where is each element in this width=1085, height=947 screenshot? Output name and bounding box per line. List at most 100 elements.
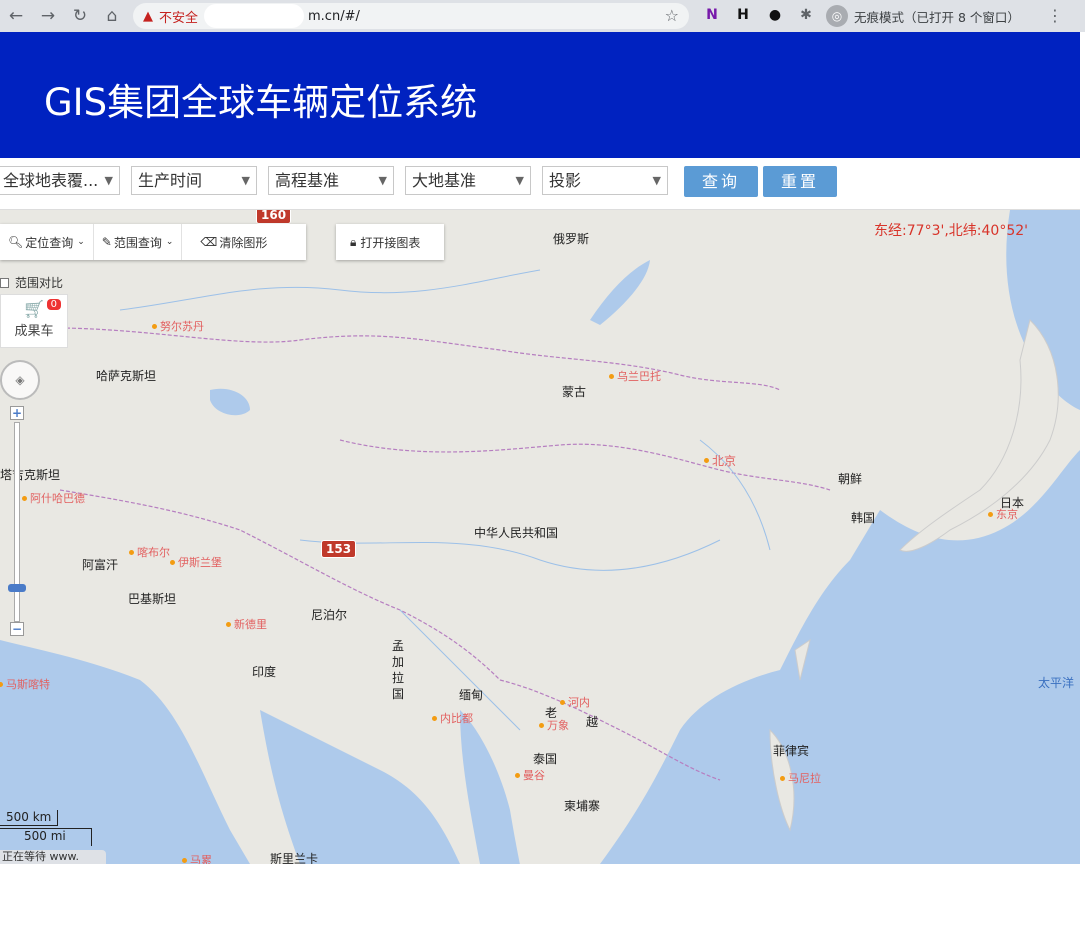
locate-query-tool[interactable]: 🔍︎ 定位查询 ⌄ [0,224,94,260]
city-label: 阿什哈巴德 [22,492,85,505]
scale-bar: 500 km 500 mi [0,810,92,846]
onenote-extension-icon[interactable]: N [702,5,722,25]
results-cart[interactable]: 🛒︎ 0 成果车 [0,294,68,348]
bookmark-star-icon[interactable]: ☆ [665,6,679,25]
browser-menu-icon[interactable]: ⋮ [1047,6,1063,25]
forward-icon[interactable]: → [36,4,60,28]
city-label: 河内 [560,696,590,709]
chevron-down-icon: ▼ [241,174,250,187]
geodetic-datum-select[interactable]: 大地基准 ▼ [405,166,531,195]
geodetic-datum-value: 大地基准 [412,171,477,190]
city-label: 内比都 [432,712,473,725]
chevron-down-icon: ▼ [515,174,524,187]
country-label: 哈萨克斯坦 [96,369,157,383]
map-view[interactable]: 东经:77°3',北纬:40°52' 俄罗斯 哈萨克斯坦 蒙古 中华人民共和国 … [0,210,1080,864]
elevation-datum-select[interactable]: 高程基准 ▼ [268,166,394,195]
h-extension-icon[interactable]: H [733,5,753,25]
city-label: 乌兰巴托 [609,370,661,383]
chevron-down-icon: ▼ [104,174,113,187]
reload-icon[interactable]: ↻ [68,4,92,28]
open-index-map-label: 打开接图表 [360,235,421,250]
city-label: 万象 [539,719,569,732]
chevron-down-icon: ▼ [378,174,387,187]
compare-label: 范围对比 [15,276,64,290]
city-label: 马尼拉 [780,772,821,785]
cart-label: 成果车 [14,324,54,339]
scale-km: 500 km [0,810,58,826]
app-title: GIS集团全球车辆定位系统 [44,81,478,124]
zoom-out-button[interactable]: − [10,622,24,636]
edit-icon: ✎ [101,235,112,249]
locate-query-label: 定位查询 [25,235,74,250]
range-compare-toggle[interactable]: 范围对比 [0,274,63,291]
clear-shapes-label: 清除图形 [219,235,268,250]
country-label: 斯里兰卡 [270,852,319,864]
incognito-icon: ◎ [826,5,848,27]
zoom-handle[interactable] [8,584,26,592]
country-label: 越 [586,715,599,729]
incognito-label: 无痕模式（已打开 8 个窗口） [854,9,1020,25]
security-warning[interactable]: ▲ 不安全 [143,7,198,26]
browser-toolbar: ← → ↻ ⌂ ▲ 不安全 m.cn/#/ ☆ N H ● ✱ ◎ 无痕模式（已… [0,0,1085,32]
warning-icon: ▲ [143,8,153,24]
country-label: 阿富汗 [82,558,119,572]
ocean-label: 太平洋 [1038,676,1075,690]
redacted-domain [204,4,305,28]
country-label: 中华人民共和国 [474,526,559,540]
country-label: 缅甸 [459,688,484,702]
country-label: 俄罗斯 [553,232,590,246]
production-time-value: 生产时间 [138,171,203,190]
country-label: 孟加拉国 [392,639,405,701]
address-bar[interactable]: ▲ 不安全 m.cn/#/ ☆ [133,3,689,29]
country-label: 尼泊尔 [311,608,348,622]
url-text: m.cn/#/ [308,8,360,24]
pan-arrows-icon: ◈ [15,373,25,387]
coordinate-readout: 东经:77°3',北纬:40°52' [874,223,1028,239]
scale-mi: 500 mi [0,828,92,846]
zoom-track[interactable] [14,422,20,622]
country-label: 印度 [252,665,277,679]
country-label: 巴基斯坦 [128,592,177,606]
query-button[interactable]: 查询 [684,166,758,197]
cluster-marker[interactable]: 160 [256,210,292,224]
country-label: 泰国 [533,752,558,766]
country-label: 塔吉克斯坦 [0,468,61,482]
projection-value: 投影 [549,171,582,190]
city-label: 北京 [703,454,737,468]
city-label: 马斯喀特 [0,678,50,691]
zoom-in-button[interactable]: + [10,406,24,420]
home-icon[interactable]: ⌂ [100,4,124,28]
pan-control[interactable]: ◈ [0,360,40,400]
lock-icon: 🔒︎ [350,234,357,249]
city-label: 努尔苏丹 [152,320,204,333]
city-label: 喀布尔 [129,546,170,559]
open-index-map-tool[interactable]: 🔒︎ 打开接图表 [336,224,444,260]
chevron-down-icon: ▼ [652,174,661,187]
compare-checkbox[interactable] [0,277,9,288]
range-query-label: 范围查询 [113,235,162,250]
map-toolbar: 🔍︎ 定位查询 ⌄ ✎ 范围查询 ⌄ ⌫ 清除图形 [0,224,306,260]
browser-status-bar: 正在等待 www. [0,850,106,864]
zoom-slider[interactable]: + − [8,406,26,642]
country-label: 韩国 [851,511,876,525]
projection-select[interactable]: 投影 ▼ [542,166,668,195]
country-label: 朝鲜 [838,472,863,486]
back-icon[interactable]: ← [4,4,28,28]
production-time-select[interactable]: 生产时间 ▼ [131,166,257,195]
range-query-tool[interactable]: ✎ 范围查询 ⌄ [94,224,183,260]
clear-shapes-tool[interactable]: ⌫ 清除图形 [182,224,275,260]
land-cover-select[interactable]: 全球地表覆... ▼ [0,166,120,195]
puzzle-extensions-icon[interactable]: ✱ [796,5,816,25]
country-label: 柬埔寨 [564,799,601,813]
incognito-indicator[interactable]: ◎ 无痕模式（已打开 8 个窗口） [826,4,1038,28]
chevron-down-icon: ⌄ [77,237,85,247]
search-icon: 🔍︎ [8,235,24,249]
app-header: GIS集团全球车辆定位系统 [0,32,1080,158]
o-extension-icon[interactable]: ● [765,5,785,25]
cluster-marker[interactable]: 153 [321,540,357,558]
city-label: 新德里 [226,618,267,631]
filter-bar: 全球地表覆... ▼ 生产时间 ▼ 高程基准 ▼ 大地基准 ▼ 投影 ▼ 查询 … [0,158,1080,210]
reset-button[interactable]: 重置 [763,166,837,197]
city-label: 曼谷 [515,769,545,782]
elevation-datum-value: 高程基准 [275,171,340,190]
